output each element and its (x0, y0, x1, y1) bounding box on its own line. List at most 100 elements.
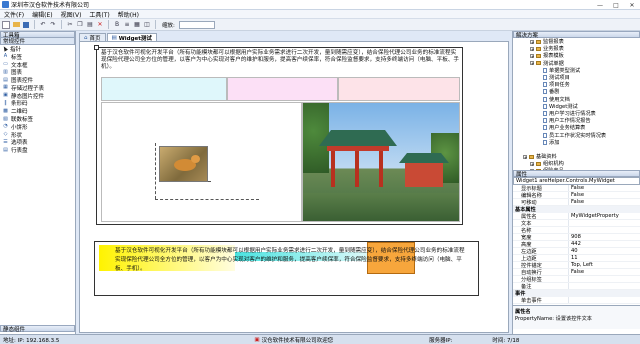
menu-tools[interactable]: 工具(T) (89, 10, 109, 19)
dashed-line-horizontal[interactable] (155, 199, 259, 200)
toolbox-footer[interactable]: 静态组件 (0, 325, 75, 333)
table-cell-cyan[interactable] (101, 77, 227, 101)
save-icon[interactable] (22, 21, 30, 29)
tool-multi-label[interactable]: ▧ 联数标签 (0, 115, 75, 123)
resize-handle[interactable] (94, 45, 99, 50)
minimize-button[interactable]: — (594, 1, 606, 9)
property-value[interactable]: 908 (569, 234, 640, 240)
property-value[interactable]: False (569, 269, 640, 275)
expand-toggle-icon[interactable]: + (530, 39, 534, 44)
undo-icon[interactable]: ↶ (39, 21, 47, 29)
property-row[interactable]: 左边距 40 (513, 248, 640, 255)
tree-node[interactable]: + 监督报表 (513, 38, 640, 45)
property-value[interactable] (569, 220, 640, 226)
close-button[interactable]: ✕ (626, 1, 638, 9)
property-row[interactable]: 上边距 11 (513, 255, 640, 262)
tool-barcode[interactable]: ‖ 条形码 (0, 100, 75, 107)
tree-node[interactable]: 用户业务结算表 (513, 124, 640, 131)
table-cell-pink[interactable] (227, 77, 338, 101)
tree-node[interactable]: + 基础资料 (513, 153, 640, 160)
zoom-select[interactable] (178, 20, 215, 29)
tree-node[interactable]: + 报表模板 (513, 52, 640, 59)
tool-option-table[interactable]: ☰ 选项表 (0, 139, 75, 146)
pavilion-picture[interactable] (303, 103, 459, 221)
tool-pie[interactable]: ◔ 小饼形 (0, 123, 75, 131)
property-row[interactable]: 分组标签 (513, 276, 640, 283)
tool-subreport[interactable]: ▦ 存储过程子表 (0, 84, 75, 92)
paste-icon[interactable]: ▤ (86, 21, 94, 29)
property-value[interactable]: 442 (569, 241, 640, 247)
copy-icon[interactable]: ❐ (76, 21, 84, 29)
tab-widget-test[interactable]: ▤ Widget测试 (106, 33, 157, 42)
property-value[interactable]: 11 (569, 255, 640, 261)
tool-shape[interactable]: ◇ 形状 (0, 131, 75, 139)
property-value[interactable] (569, 227, 640, 233)
property-row[interactable]: 属性名 MyWidgetProperty (513, 213, 640, 220)
delete-icon[interactable]: ✕ (96, 21, 104, 29)
tree-node[interactable]: + 测试单据 (513, 60, 640, 67)
tree-node[interactable]: 员工工作状况实时情况表 (513, 131, 640, 139)
object-selector[interactable]: Widget1 areHelper.Controls.MyWidget (513, 177, 640, 185)
property-row[interactable]: 宽度 908 (513, 234, 640, 241)
tool-chart[interactable]: ▥ 图表 (0, 68, 75, 76)
property-value[interactable]: MyWidgetProperty (569, 213, 640, 219)
maximize-button[interactable]: □ (610, 1, 622, 9)
property-row[interactable]: 单击事件 (513, 297, 640, 304)
tree-node[interactable]: + 业务报表 (513, 45, 640, 52)
property-value[interactable]: 40 (569, 248, 640, 254)
menu-edit[interactable]: 编辑(E) (32, 10, 52, 19)
property-value[interactable] (569, 276, 640, 282)
widget-frame[interactable]: 基于汉仓软件可视化开发平台（所有功能模块都可以根据用户实际业务需求进行二次开发，… (94, 45, 463, 225)
tool-row-table[interactable]: ▤ 行表盘 (0, 146, 75, 154)
tree-node[interactable]: + 组织机构 (513, 160, 640, 167)
menu-file[interactable]: 文件(F) (4, 10, 24, 19)
align-icon[interactable]: ≡ (123, 21, 131, 29)
property-value[interactable]: False (569, 199, 640, 205)
property-row[interactable]: 可移动 False (513, 199, 640, 206)
table-icon[interactable]: ▦ (133, 21, 141, 29)
property-row[interactable]: 控件锚定 Top, Left (513, 262, 640, 269)
tree-node[interactable]: 使用文档 (513, 96, 640, 103)
table-cell-rose[interactable] (338, 77, 460, 101)
property-row[interactable]: 名称 (513, 227, 640, 234)
tree-node[interactable]: + 保险产品 (513, 167, 640, 170)
tree-node[interactable]: 用户学习进行情况表 (513, 110, 640, 117)
property-category[interactable]: 事件 (513, 290, 640, 297)
design-canvas[interactable]: 基于汉仓软件可视化开发平台（所有功能模块都可以根据用户实际业务需求进行二次开发，… (79, 41, 509, 333)
redo-icon[interactable]: ↷ (49, 21, 57, 29)
property-row[interactable]: 文本 (513, 220, 640, 227)
open-folder-icon[interactable] (12, 21, 20, 29)
tool-label[interactable]: A 标签 (0, 53, 75, 61)
property-row[interactable]: 显示标题 False (513, 185, 640, 192)
property-row[interactable]: 编辑名称 False (513, 192, 640, 199)
property-value[interactable] (569, 297, 640, 303)
tool-pointer[interactable]: 指针 (0, 45, 75, 53)
expand-toggle-icon[interactable]: + (530, 168, 534, 170)
tree-node[interactable]: Widget测试 (513, 103, 640, 110)
tool-qrcode[interactable]: ▩ 二维码 (0, 107, 75, 115)
expand-toggle-icon[interactable]: + (530, 46, 534, 51)
menu-help[interactable]: 帮助(H) (118, 10, 139, 19)
property-row[interactable]: 自动换行 False (513, 269, 640, 276)
tool-chart-control[interactable]: ▤ 图表控件 (0, 76, 75, 84)
tool-textbox[interactable]: ▭ 文本框 (0, 61, 75, 68)
tree-node[interactable]: 项目任务 (513, 81, 640, 88)
bottom-widget-frame[interactable]: 基于汉仓软件可视化开发平台（所有功能模块都可以根据用户实际业务需求进行二次开发，… (94, 241, 479, 296)
property-row[interactable]: 备注 (513, 283, 640, 290)
tree-node[interactable]: 用户工作情况报告 (513, 117, 640, 124)
cat-picture[interactable] (159, 146, 208, 182)
dashed-line-vertical[interactable] (155, 143, 156, 199)
expand-toggle-icon[interactable]: + (530, 61, 534, 66)
new-file-icon[interactable] (2, 20, 10, 29)
expand-toggle-icon[interactable]: + (523, 154, 527, 159)
property-value[interactable]: Top, Left (569, 262, 640, 268)
preview-icon[interactable]: ◫ (143, 21, 151, 29)
tree-node[interactable]: 添加 (513, 139, 640, 146)
property-value[interactable]: False (569, 185, 640, 191)
tool-image[interactable]: ▣ 静态图片控件 (0, 92, 75, 100)
expand-toggle-icon[interactable]: + (530, 53, 534, 58)
cut-icon[interactable]: ✂ (66, 21, 74, 29)
tree-node[interactable]: 番剧 (513, 88, 640, 95)
bold-icon[interactable]: B (113, 21, 121, 29)
tree-node[interactable]: 测试项目 (513, 74, 640, 81)
